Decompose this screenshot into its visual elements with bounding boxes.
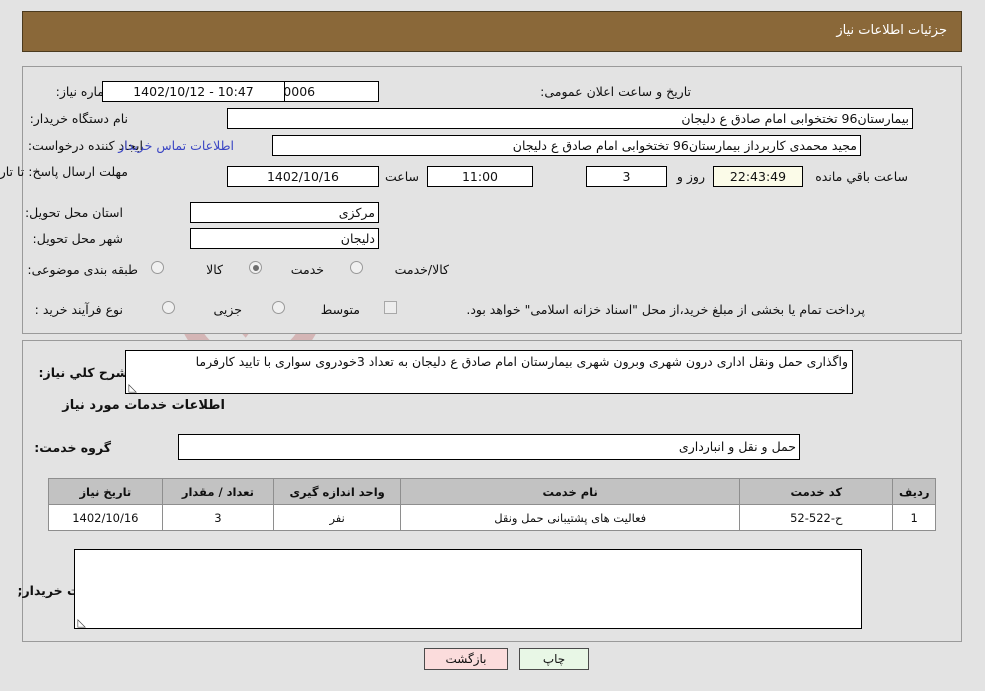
delivery-city-field: دلیجان xyxy=(190,228,379,249)
col-service-name: نام خدمت xyxy=(400,478,741,505)
checkbox-islamic-treasury-bills-label[interactable]: پرداخت تمام یا بخشی از مبلغ خرید،از محل … xyxy=(466,302,865,317)
label-day-and: روز و xyxy=(676,169,705,184)
remaining-days-field: 3 xyxy=(586,166,667,187)
page-title-bar: جزئیات اطلاعات نیاز xyxy=(22,11,962,52)
radio-category-goods-service-label[interactable]: کالا/خدمت xyxy=(395,262,449,277)
radio-process-minor[interactable] xyxy=(162,301,175,314)
checkbox-islamic-treasury-bills[interactable] xyxy=(384,301,397,314)
table-row[interactable]: 1 ح-522-52 فعالیت های پشتیبانی حمل ونقل … xyxy=(48,504,936,531)
request-creator-field: مجید محمدی کاربرداز بیمارستان96 تختخوابی… xyxy=(272,135,861,156)
cell-service-name: فعالیت های پشتیبانی حمل ونقل xyxy=(400,504,741,531)
radio-category-goods-service[interactable] xyxy=(350,261,363,274)
label-public-announce-datetime: تاریخ و ساعت اعلان عمومی: xyxy=(540,84,691,99)
radio-category-service[interactable] xyxy=(249,261,262,274)
page-title: جزئیات اطلاعات نیاز xyxy=(836,23,947,38)
resize-grip-icon-notes[interactable]: ◺ xyxy=(77,617,86,628)
label-buyer-org: نام دستگاه خریدار: xyxy=(29,111,128,126)
label-delivery-province: استان محل تحویل: xyxy=(24,205,123,220)
buyer-org-field: بیمارستان96 تختخوابی امام صادق ع دلیجان xyxy=(227,108,913,129)
services-section-title: اطلاعات خدمات مورد نیاز xyxy=(62,398,225,413)
label-response-deadline: مهلت ارسال پاسخ: تا تاریخ: xyxy=(0,164,128,179)
col-quantity: تعداد / مقدار xyxy=(161,478,275,505)
label-general-description: شرح کلي نیاز: xyxy=(38,365,128,380)
radio-category-goods-label[interactable]: کالا xyxy=(206,262,223,277)
radio-process-medium-label[interactable]: متوسط xyxy=(321,302,360,317)
general-description-value: واگذاری حمل ونقل اداری درون شهری وبرون ش… xyxy=(195,354,848,369)
page-root: ArtaTender.net جزئیات اطلاعات نیاز شماره… xyxy=(0,0,985,691)
col-service-code: کد خدمت xyxy=(739,478,894,505)
radio-process-medium[interactable] xyxy=(272,301,285,314)
general-description-textarea[interactable]: واگذاری حمل ونقل اداری درون شهری وبرون ش… xyxy=(125,350,853,394)
services-table: ردیف کد خدمت نام خدمت واحد اندازه گیری ت… xyxy=(48,478,936,531)
radio-category-goods[interactable] xyxy=(151,261,164,274)
label-hours-remaining: ساعت باقي مانده xyxy=(815,169,908,184)
col-need-date: تاریخ نیاز xyxy=(48,478,163,505)
buyer-notes-textarea[interactable]: ◺ xyxy=(74,549,862,629)
cell-unit: نفر xyxy=(273,504,402,531)
buyer-contact-link[interactable]: اطلاعات تماس خریدار xyxy=(118,138,234,153)
radio-category-service-label[interactable]: خدمت xyxy=(291,262,324,277)
remaining-time-field: 22:43:49 xyxy=(713,166,803,187)
label-service-group: گروه خدمت: xyxy=(34,440,111,455)
deadline-hour-field: 11:00 xyxy=(427,166,533,187)
footer-separator xyxy=(22,641,962,642)
print-button[interactable]: چاپ xyxy=(519,648,589,670)
label-subject-category: طبقه بندی موضوعی: xyxy=(27,262,138,277)
cell-row: 1 xyxy=(892,504,936,531)
deadline-date-field: 1402/10/16 xyxy=(227,166,379,187)
cell-need-date: 1402/10/16 xyxy=(48,504,163,531)
label-delivery-city: شهر محل تحویل: xyxy=(32,231,123,246)
label-hour: ساعت xyxy=(384,169,419,184)
public-announce-datetime-field: 10:47 - 1402/10/12 xyxy=(102,81,285,102)
delivery-province-field: مرکزی xyxy=(190,202,379,223)
table-header-row: ردیف کد خدمت نام خدمت واحد اندازه گیری ت… xyxy=(48,478,936,505)
cell-quantity: 3 xyxy=(161,504,275,531)
col-unit: واحد اندازه گیری xyxy=(273,478,402,505)
service-group-field: حمل و نقل و انبارداری xyxy=(178,434,800,460)
need-info-panel xyxy=(22,66,962,334)
col-row: ردیف xyxy=(892,478,936,505)
label-purchase-process-type: نوع فرآیند خرید : xyxy=(34,302,123,317)
resize-grip-icon[interactable]: ◺ xyxy=(128,382,137,393)
cell-service-code: ح-522-52 xyxy=(739,504,894,531)
radio-process-minor-label[interactable]: جزیی xyxy=(213,302,242,317)
back-button[interactable]: بازگشت xyxy=(424,648,508,670)
